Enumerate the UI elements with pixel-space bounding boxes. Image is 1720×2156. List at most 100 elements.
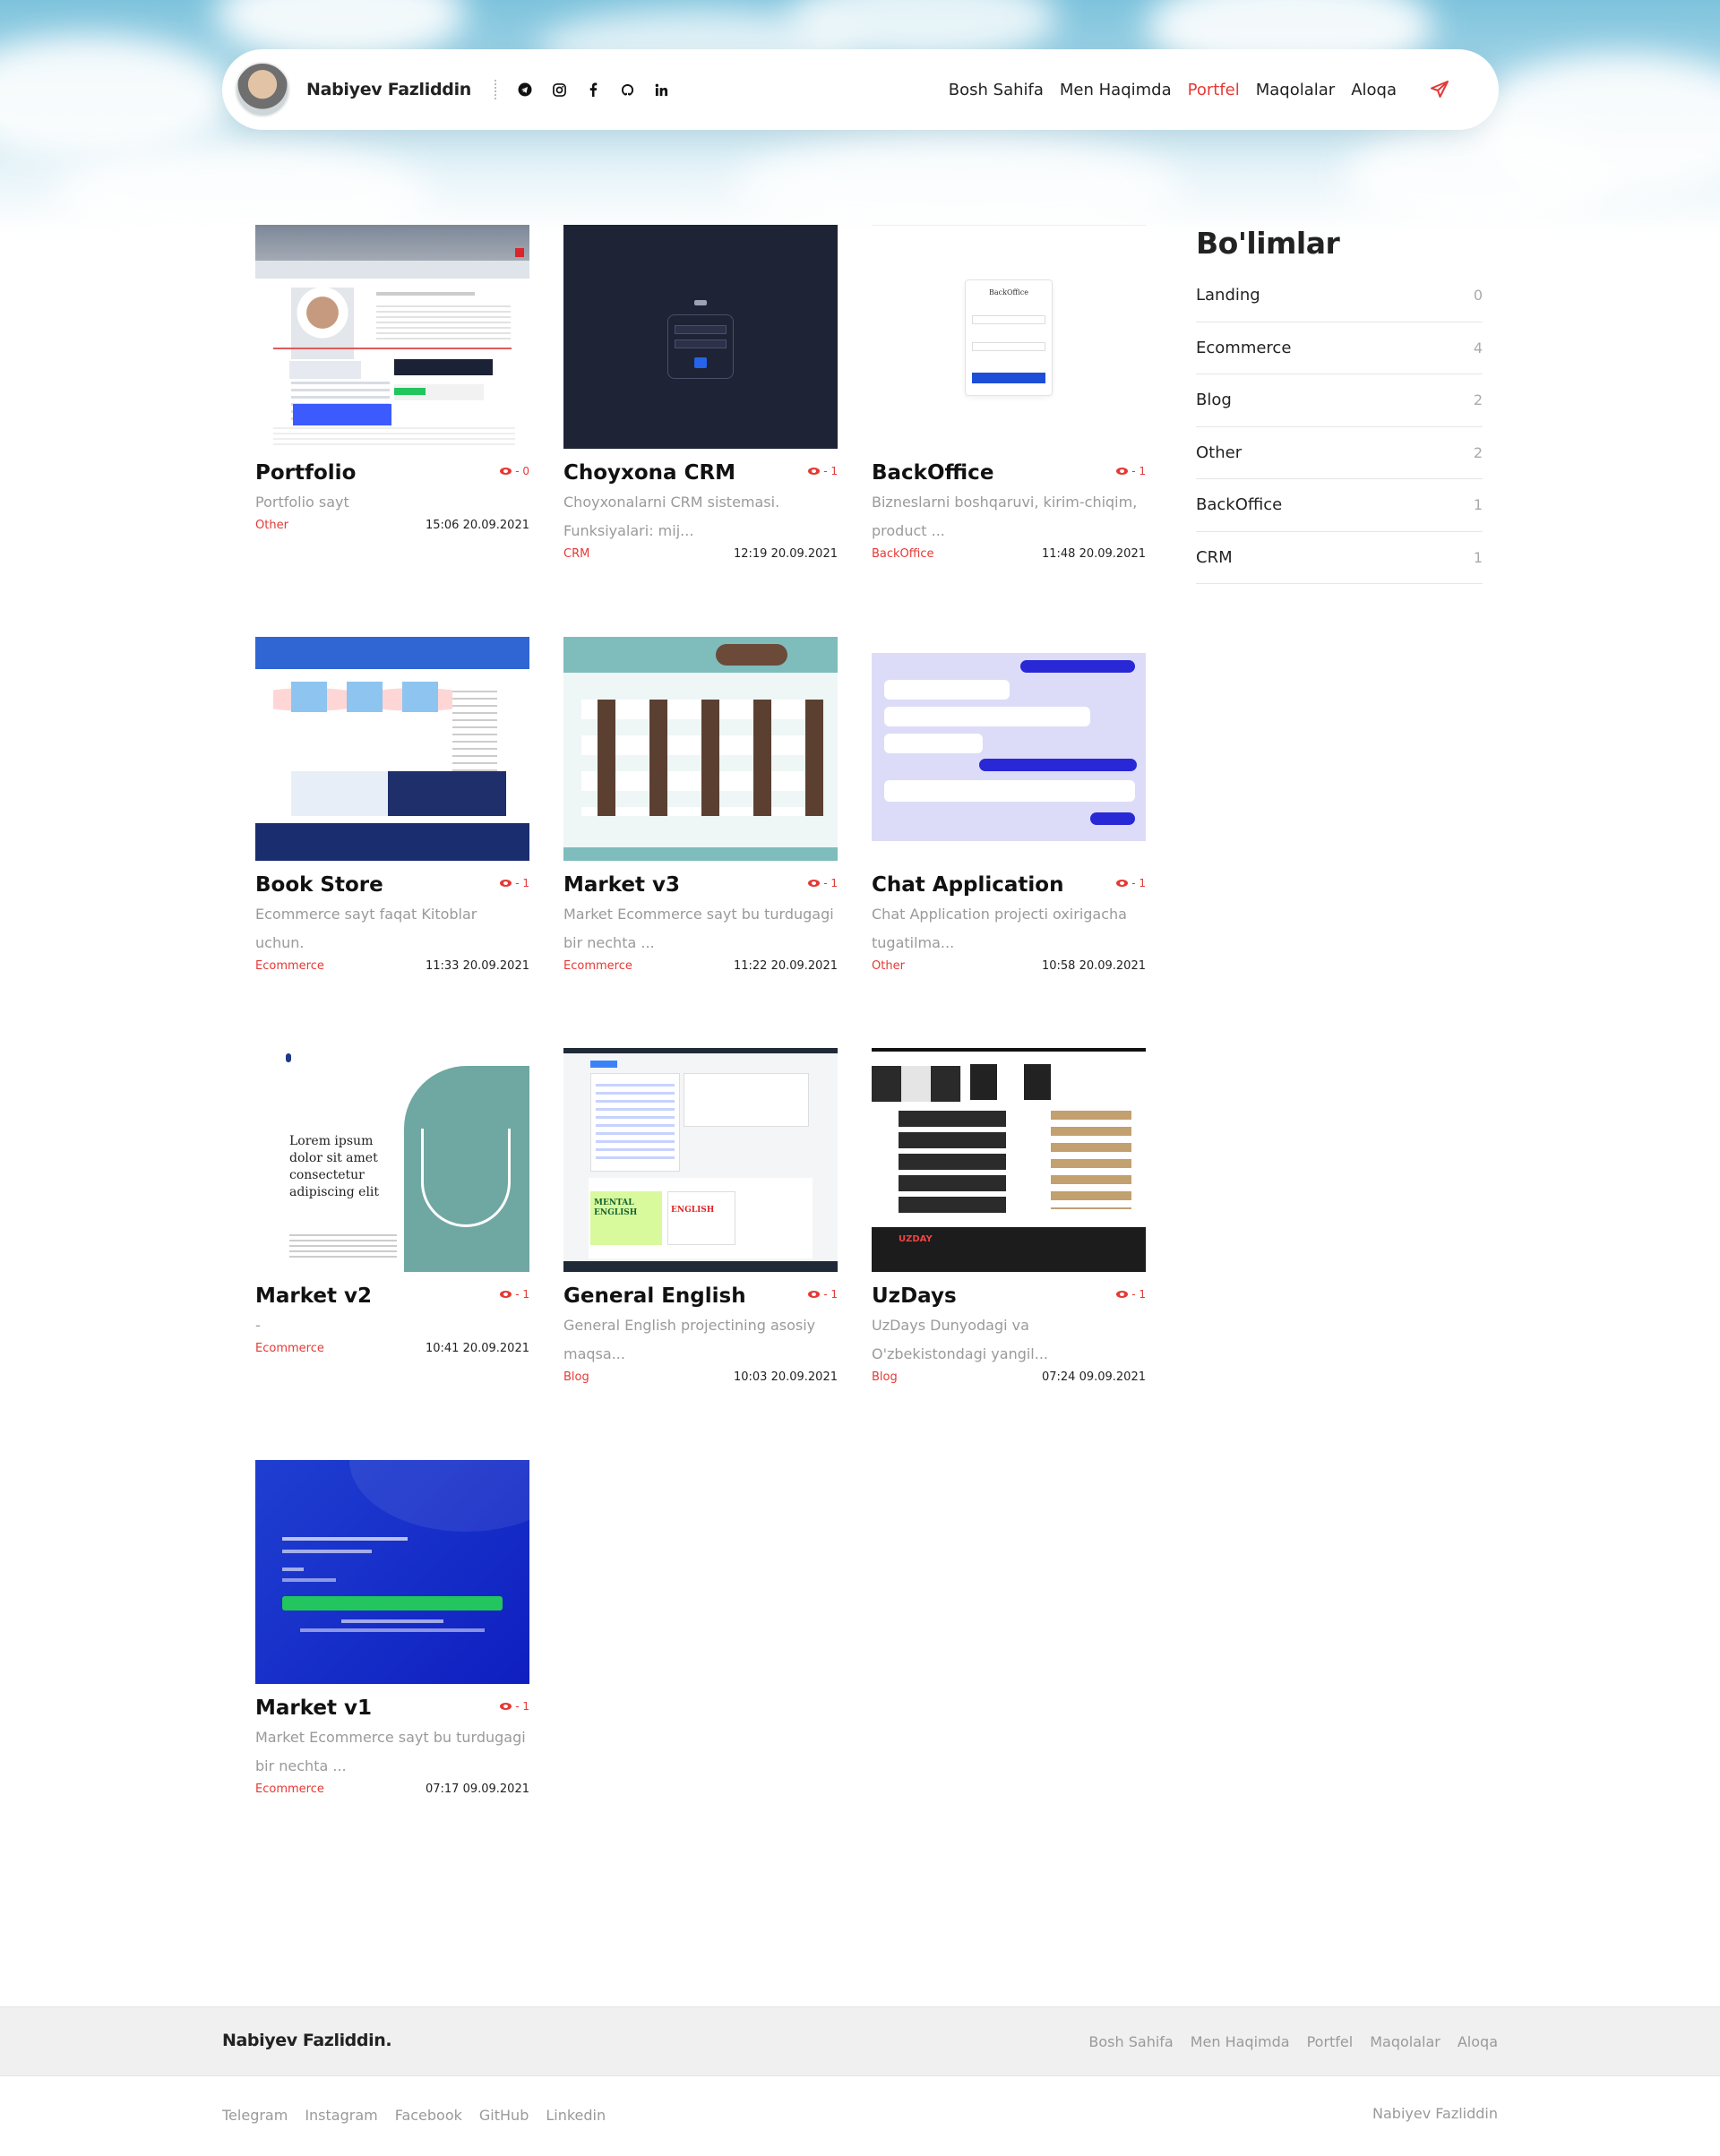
footer-instagram-link[interactable]: Instagram <box>305 2107 377 2124</box>
project-thumbnail[interactable] <box>872 637 1146 861</box>
category-list: Landing 0 Ecommerce 4 Blog 2 Other 2 BackOff… <box>1196 270 1483 584</box>
eye-icon <box>500 1703 512 1710</box>
facebook-icon[interactable] <box>586 82 600 97</box>
project-card[interactable]: Book Store - 1 Ecommerce sayt faqat Kito… <box>255 637 529 973</box>
eye-icon <box>808 880 821 887</box>
project-thumbnail[interactable] <box>563 225 838 449</box>
nav-bosh-sahifa[interactable]: Bosh Sahifa <box>949 81 1044 99</box>
project-title[interactable]: Market v1 <box>255 1696 372 1720</box>
market-v2-heading-text: Lorem ipsum dolor sit amet consectetur a… <box>289 1134 380 1199</box>
footer-link-portfel[interactable]: Portfel <box>1307 2033 1354 2050</box>
project-description: Chat Application projecti oxirigacha tug… <box>872 906 1127 951</box>
main-nav: Bosh Sahifa Men Haqimda Portfel Maqolala… <box>949 81 1397 99</box>
eye-icon <box>500 468 512 475</box>
project-category[interactable]: Ecommerce <box>563 959 632 973</box>
view-count: - 1 <box>500 1700 529 1713</box>
footer-link-maqolalar[interactable]: Maqolalar <box>1370 2033 1440 2050</box>
project-card[interactable]: BackOffice BackOffice - 1 Bizneslarni bo… <box>872 225 1146 561</box>
project-card[interactable]: UZDAY UzDays - 1 UzDays Dunyodagi va O'z… <box>872 1048 1146 1384</box>
category-item-backoffice[interactable]: BackOffice 1 <box>1196 479 1483 532</box>
project-card[interactable]: Choyxona CRM - 1 Choyxonalarni CRM siste… <box>563 225 838 561</box>
project-date: 12:19 20.09.2021 <box>733 547 838 561</box>
project-category[interactable]: Blog <box>872 1370 898 1384</box>
nav-aloqa[interactable]: Aloqa <box>1351 81 1397 99</box>
project-card[interactable]: Market v1 - 1 Market Ecommerce sayt bu t… <box>255 1460 529 1796</box>
category-item-ecommerce[interactable]: Ecommerce 4 <box>1196 322 1483 374</box>
view-count: - 1 <box>500 1288 529 1301</box>
social-icons <box>518 82 668 97</box>
project-category[interactable]: Ecommerce <box>255 959 324 973</box>
project-title[interactable]: UzDays <box>872 1284 957 1308</box>
brand-name[interactable]: Nabiyev Fazliddin <box>306 80 471 99</box>
footer-link-men-haqimda[interactable]: Men Haqimda <box>1191 2033 1290 2050</box>
category-item-crm[interactable]: CRM 1 <box>1196 532 1483 584</box>
footer-github-link[interactable]: GitHub <box>479 2107 529 2124</box>
linkedin-icon[interactable] <box>654 82 668 97</box>
project-date: 11:48 20.09.2021 <box>1041 547 1146 561</box>
footer-social-links: Telegram Instagram Facebook GitHub Linke… <box>222 2107 606 2124</box>
project-thumbnail[interactable] <box>255 637 529 861</box>
footer-nav: Bosh Sahifa Men Haqimda Portfel Maqolala… <box>1088 2033 1498 2050</box>
view-count: - 1 <box>808 877 838 889</box>
project-thumbnail[interactable]: BackOffice <box>872 225 1146 449</box>
project-title[interactable]: Choyxona CRM <box>563 461 735 485</box>
project-category[interactable]: Other <box>872 959 905 973</box>
project-title[interactable]: Portfolio <box>255 461 356 485</box>
view-count: - 1 <box>1116 877 1146 889</box>
footer-telegram-link[interactable]: Telegram <box>222 2107 288 2124</box>
project-thumbnail[interactable] <box>255 1460 529 1684</box>
project-description: Choyxonalarni CRM sistemasi. Funksiyalar… <box>563 494 780 539</box>
project-category[interactable]: Other <box>255 519 288 532</box>
project-title[interactable]: Chat Application <box>872 873 1063 897</box>
category-item-other[interactable]: Other 2 <box>1196 427 1483 479</box>
project-thumbnail[interactable] <box>563 637 838 861</box>
category-item-blog[interactable]: Blog 2 <box>1196 374 1483 427</box>
instagram-icon[interactable] <box>552 82 566 97</box>
project-title[interactable]: General English <box>563 1284 746 1308</box>
telegram-icon[interactable] <box>518 82 532 97</box>
project-date: 15:06 20.09.2021 <box>425 519 529 532</box>
project-card[interactable]: Portfolio - 0 Portfolio sayt Other 15:06… <box>255 225 529 532</box>
view-count: - 1 <box>500 877 529 889</box>
project-card[interactable]: MENTAL ENGLISH ENGLISH General English -… <box>563 1048 838 1384</box>
project-category[interactable]: Ecommerce <box>255 1782 324 1796</box>
project-description: Market Ecommerce sayt bu turdugagi bir n… <box>255 1729 526 1774</box>
categories-sidebar: Bo'limlar Landing 0 Ecommerce 4 Blog 2 Othe… <box>1196 226 1483 584</box>
footer-link-aloqa[interactable]: Aloqa <box>1458 2033 1498 2050</box>
github-icon[interactable] <box>620 82 634 97</box>
footer-facebook-link[interactable]: Facebook <box>395 2107 462 2124</box>
project-card[interactable]: Lorem ipsum dolor sit amet consectetur a… <box>255 1048 529 1355</box>
nav-men-haqimda[interactable]: Men Haqimda <box>1060 81 1172 99</box>
nav-portfel[interactable]: Portfel <box>1188 81 1240 99</box>
project-title[interactable]: BackOffice <box>872 461 993 485</box>
eye-icon <box>1116 1291 1129 1298</box>
project-thumbnail[interactable]: MENTAL ENGLISH ENGLISH <box>563 1048 838 1272</box>
project-title[interactable]: Market v2 <box>255 1284 372 1308</box>
project-description: - <box>255 1317 261 1334</box>
project-title[interactable]: Market v3 <box>563 873 680 897</box>
view-count: - 1 <box>1116 465 1146 477</box>
category-item-landing[interactable]: Landing 0 <box>1196 270 1483 322</box>
project-card[interactable]: Chat Application - 1 Chat Application pr… <box>872 637 1146 973</box>
send-message-icon[interactable] <box>1429 79 1450 100</box>
book-cover-text: ENGLISH <box>671 1206 715 1215</box>
top-navbar: Nabiyev Fazliddin Bosh Sahifa Men Haqimd… <box>222 49 1499 130</box>
project-card[interactable]: Market v3 - 1 Market Ecommerce sayt bu t… <box>563 637 838 973</box>
project-thumbnail[interactable]: UZDAY <box>872 1048 1146 1272</box>
project-category[interactable]: Blog <box>563 1370 589 1384</box>
nav-maqolalar[interactable]: Maqolalar <box>1256 81 1335 99</box>
avatar[interactable] <box>235 62 290 117</box>
project-title[interactable]: Book Store <box>255 873 383 897</box>
project-category[interactable]: BackOffice <box>872 547 934 561</box>
footer-linkedin-link[interactable]: Linkedin <box>546 2107 606 2124</box>
project-date: 11:33 20.09.2021 <box>425 959 529 973</box>
project-thumbnail[interactable] <box>255 225 529 449</box>
project-date: 07:24 09.09.2021 <box>1041 1370 1146 1384</box>
project-thumbnail[interactable]: Lorem ipsum dolor sit amet consectetur a… <box>255 1048 529 1272</box>
project-category[interactable]: Ecommerce <box>255 1342 324 1355</box>
footer-brand[interactable]: Nabiyev Fazliddin. <box>222 2031 392 2050</box>
footer-link-bosh-sahifa[interactable]: Bosh Sahifa <box>1088 2033 1173 2050</box>
project-date: 11:22 20.09.2021 <box>733 959 838 973</box>
project-category[interactable]: CRM <box>563 547 589 561</box>
uzdays-logo-text: UZDAY <box>899 1234 933 1244</box>
